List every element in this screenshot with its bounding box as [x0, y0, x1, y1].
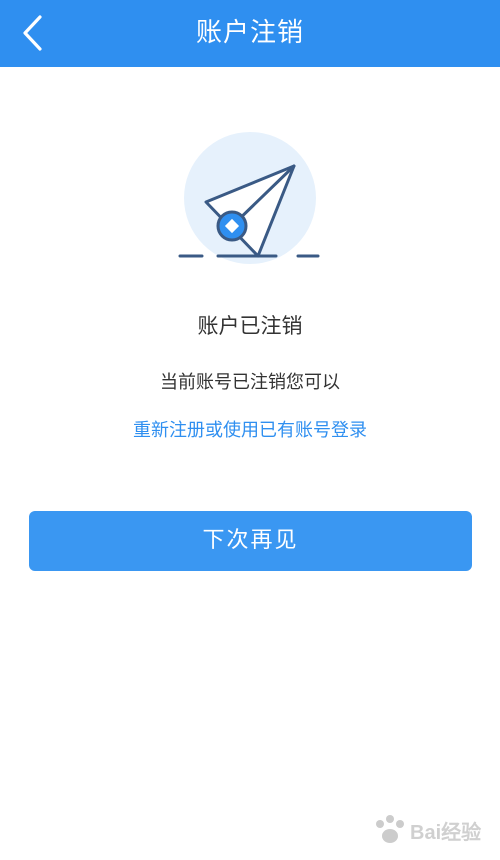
paper-plane-icon [178, 132, 320, 264]
baidu-jingyan-logo: Bai经验 [376, 815, 481, 844]
watermark-text: Bai经验 [410, 820, 481, 844]
nav-bar: 账户注销 [0, 0, 500, 67]
status-description: 当前账号已注销您可以 [160, 372, 340, 393]
page-title: 账户注销 [195, 18, 304, 48]
status-title: 账户已注销 [197, 314, 303, 338]
register-or-login-link[interactable]: 重新注册或使用已有账号登录 [0, 416, 500, 442]
see-you-next-time-button[interactable]: 下次再见 [29, 511, 472, 571]
account-deregistered-screen: 账户注销 账户已注销 当前账号已注销您可以 重新注册或使用已有账号登录 下次再见… [0, 0, 500, 860]
